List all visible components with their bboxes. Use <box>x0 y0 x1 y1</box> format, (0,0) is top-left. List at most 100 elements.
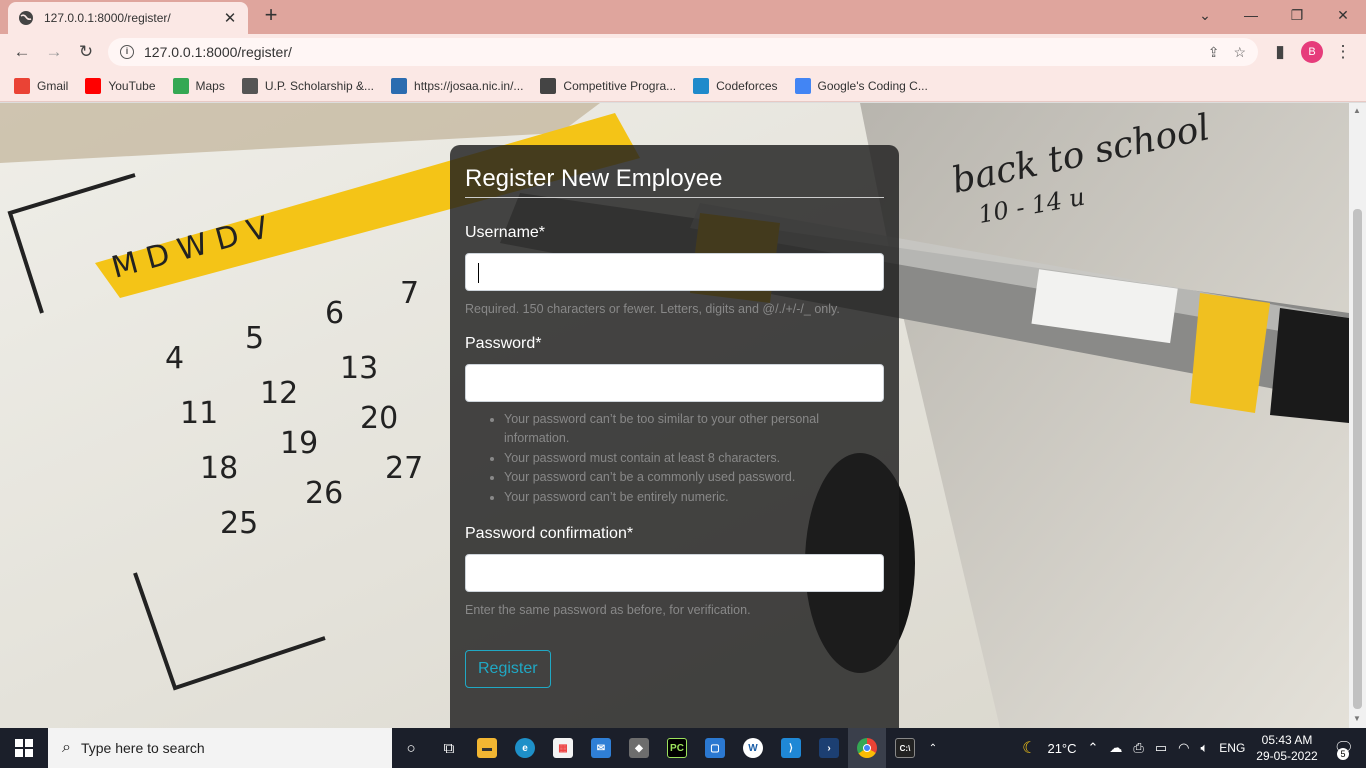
reload-button[interactable]: ↻ <box>74 40 98 64</box>
cortana-icon[interactable]: ○ <box>392 728 430 768</box>
scroll-down-arrow-icon[interactable]: ▼ <box>1353 714 1361 723</box>
taskbar-overflow-icon[interactable]: ⌃ <box>924 728 942 768</box>
bookmark-item[interactable]: U.P. Scholarship &... <box>241 77 375 94</box>
bookmark-label: Gmail <box>37 78 69 93</box>
forward-button[interactable]: → <box>42 40 66 64</box>
password-rules-list: Your password can’t be too similar to yo… <box>465 410 884 507</box>
notes-app-icon[interactable]: ▢ <box>696 728 734 768</box>
site-info-icon[interactable]: i <box>120 45 134 59</box>
3d-viewer-icon[interactable]: ◆ <box>620 728 658 768</box>
svg-text:13: 13 <box>340 351 378 386</box>
username-input[interactable] <box>465 253 884 291</box>
chrome-icon[interactable] <box>848 728 886 768</box>
nic-icon <box>391 77 408 94</box>
battery-icon[interactable]: ▭ <box>1155 740 1167 756</box>
tab-title: 127.0.0.1:8000/register/ <box>44 11 171 25</box>
svg-text:18: 18 <box>200 451 238 486</box>
bookmark-item[interactable]: Competitive Progra... <box>540 77 677 94</box>
taskbar-search-placeholder: Type here to search <box>80 740 205 756</box>
bookmark-item[interactable]: Gmail <box>14 77 69 94</box>
password-input[interactable] <box>465 364 884 402</box>
scroll-up-arrow-icon[interactable]: ▲ <box>1353 106 1361 115</box>
profile-avatar[interactable]: B <box>1301 41 1323 63</box>
clock-time: 05:43 AM <box>1261 733 1313 747</box>
weather-moon-icon[interactable]: ☾ <box>1022 738 1036 758</box>
svg-text:19: 19 <box>280 426 318 461</box>
svg-text:6: 6 <box>325 296 344 331</box>
svg-text:7: 7 <box>400 276 419 311</box>
address-bar[interactable]: i 127.0.0.1:8000/register/ ⇪ ☆ <box>108 38 1258 66</box>
bookmark-label: Competitive Progra... <box>563 78 677 93</box>
bookmark-item[interactable]: Google's Coding C... <box>794 77 928 94</box>
bookmark-item[interactable]: Maps <box>172 77 225 94</box>
edge-icon[interactable]: e <box>506 728 544 768</box>
bookmark-label: Maps <box>195 78 225 93</box>
tab-search-chevron-icon[interactable]: ⌄ <box>1182 0 1228 30</box>
password-rule-item: Your password must contain at least 8 ch… <box>504 449 884 468</box>
svg-text:11: 11 <box>180 396 218 431</box>
close-tab-icon[interactable]: ✕ <box>222 9 238 27</box>
register-form: Register New Employee Username* Required… <box>450 145 899 728</box>
form-title: Register New Employee <box>465 165 884 198</box>
wifi-icon[interactable]: ◠ <box>1178 740 1189 756</box>
windows-taskbar: ⌕ Type here to search ○ ⧉ ▬ e ▦ ✉ ◆ PC ▢… <box>0 728 1366 768</box>
password-label: Password* <box>465 335 542 352</box>
svg-text:20: 20 <box>360 401 398 436</box>
onedrive-cloud-icon[interactable]: ☁ <box>1109 740 1122 756</box>
menu-icon[interactable]: ⋮ <box>1331 40 1355 64</box>
globe-icon <box>18 10 34 26</box>
bookmark-item[interactable]: Codeforces <box>693 77 778 94</box>
pycharm-icon[interactable]: PC <box>658 728 696 768</box>
notification-count-badge: 5 <box>1337 748 1349 760</box>
start-button[interactable] <box>0 728 48 768</box>
terminal-icon[interactable]: C:\ <box>886 728 924 768</box>
bookmark-item[interactable]: YouTube <box>85 77 156 94</box>
bookmark-item[interactable]: https://josaa.nic.in/... <box>391 77 524 94</box>
svg-text:27: 27 <box>385 451 423 486</box>
cc-icon <box>540 77 557 94</box>
temperature[interactable]: 21°C <box>1047 741 1076 756</box>
codeforces-icon <box>693 77 710 94</box>
svg-text:12: 12 <box>260 376 298 411</box>
gmail-icon <box>14 77 30 94</box>
tab-strip: 127.0.0.1:8000/register/ ✕ + ⌄ — ❐ ✕ <box>0 0 1366 34</box>
show-hidden-icons-icon[interactable]: ⌃ <box>1088 740 1099 756</box>
page-scrollbar[interactable]: ▲ ▼ <box>1349 103 1366 728</box>
url-text[interactable]: 127.0.0.1:8000/register/ <box>144 44 1194 60</box>
close-window-button[interactable]: ✕ <box>1320 0 1366 30</box>
register-button[interactable]: Register <box>465 650 551 689</box>
password-rule-item: Your password can’t be a commonly used p… <box>504 468 884 487</box>
clock[interactable]: 05:43 AM 29-05-2022 <box>1256 732 1317 764</box>
new-tab-button[interactable]: + <box>260 4 282 27</box>
clock-date: 29-05-2022 <box>1256 749 1318 763</box>
store-icon[interactable]: ▦ <box>544 728 582 768</box>
language-indicator[interactable]: ENG <box>1219 741 1245 755</box>
file-explorer-icon[interactable]: ▬ <box>468 728 506 768</box>
wordpad-icon[interactable]: W <box>734 728 772 768</box>
svg-text:5: 5 <box>245 321 264 356</box>
text-caret <box>478 263 479 283</box>
taskbar-search[interactable]: ⌕ Type here to search <box>48 728 392 768</box>
scroll-thumb[interactable] <box>1353 209 1362 709</box>
bookmark-label: https://josaa.nic.in/... <box>414 78 524 93</box>
meet-now-icon[interactable]: ⎙ <box>1133 740 1143 756</box>
mail-icon[interactable]: ✉ <box>582 728 620 768</box>
side-panel-icon[interactable]: ▮ <box>1268 40 1292 64</box>
restore-button[interactable]: ❐ <box>1274 0 1320 30</box>
password-confirmation-input[interactable] <box>465 554 884 593</box>
volume-icon[interactable]: 🔈︎ <box>1200 740 1208 756</box>
search-icon: ⌕ <box>62 739 71 756</box>
browser-tab[interactable]: 127.0.0.1:8000/register/ ✕ <box>8 2 248 34</box>
back-button[interactable]: ← <box>10 40 34 64</box>
globe-icon <box>241 77 258 94</box>
bookmark-label: Codeforces <box>716 78 778 93</box>
notification-center-icon[interactable]: 🗨︎5 <box>1334 738 1354 760</box>
bookmark-star-icon[interactable]: ☆ <box>1233 44 1246 61</box>
bookmark-label: U.P. Scholarship &... <box>264 78 375 93</box>
powershell-icon[interactable]: › <box>810 728 848 768</box>
minimize-button[interactable]: — <box>1228 0 1274 30</box>
vscode-icon[interactable]: ⟩ <box>772 728 810 768</box>
share-icon[interactable]: ⇪ <box>1208 44 1220 61</box>
task-view-icon[interactable]: ⧉ <box>430 728 468 768</box>
username-label: Username* <box>465 224 546 241</box>
